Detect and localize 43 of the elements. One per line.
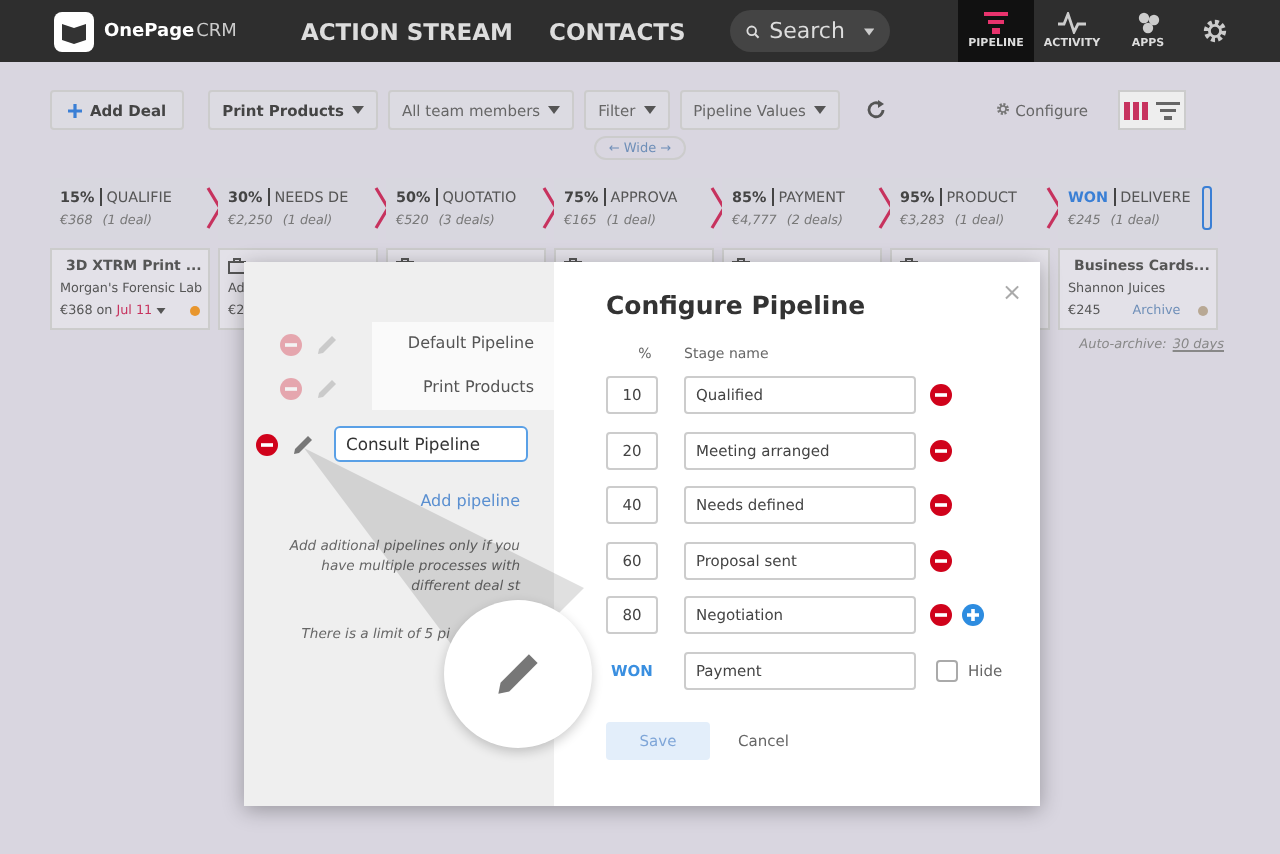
refresh-icon[interactable] [865,100,886,120]
pencil-icon[interactable] [292,433,314,455]
funnel-view-icon[interactable] [1156,101,1180,119]
search-input[interactable]: Search [769,18,854,44]
chevron-icon [710,186,726,230]
funnel-icon [984,12,1008,34]
remove-icon[interactable] [930,604,952,627]
chevron-icon [542,186,558,230]
pulse-icon [1058,12,1086,34]
remove-icon[interactable] [930,439,952,462]
logo-text: OnePage [104,21,195,41]
plus-icon [68,103,82,117]
caret-icon [813,106,826,114]
nav-link[interactable]: CONTACTS [549,17,686,45]
chevron-icon [1046,186,1062,230]
logo-icon [54,11,94,51]
pipeline-item[interactable]: Default Pipeline [372,322,554,366]
pipeline-name-field[interactable]: Consult Pipeline [334,426,528,462]
pipeline-item[interactable]: Print Products [372,366,554,410]
scroll-marker [1202,186,1212,230]
remove-icon[interactable] [930,384,952,407]
caret-icon [156,307,167,313]
chevron-icon [374,186,390,230]
remove-icon[interactable] [930,549,952,572]
chevron-icon [878,186,894,230]
columns-view-icon[interactable] [1124,101,1148,119]
caret-icon [351,106,364,114]
gear-icon [996,101,1011,115]
caret-icon [863,25,874,37]
chevron-icon [206,186,222,230]
caret-icon [643,106,656,114]
remove-icon[interactable] [930,494,952,517]
briefcase-icon [228,258,246,274]
dialog-title: Configure Pipeline [606,290,866,320]
search-field[interactable]: Search [729,10,890,52]
remove-icon[interactable] [256,433,278,455]
logo-subtext: CRM [196,21,237,41]
settings-icon[interactable] [1202,18,1228,44]
hide-checkbox[interactable] [936,659,958,682]
nav-link[interactable]: ACTION STREAM [300,17,514,45]
apps-icon [1137,12,1159,34]
add-icon[interactable] [962,604,984,627]
caret-icon [548,106,561,114]
